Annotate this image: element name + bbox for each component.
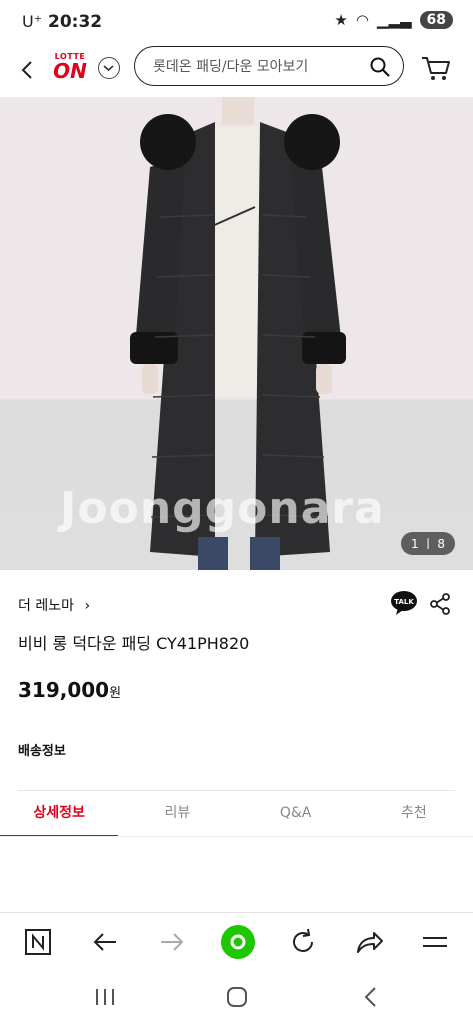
home-icon[interactable] bbox=[225, 985, 249, 1009]
search-bar[interactable] bbox=[134, 46, 404, 86]
talk-icon[interactable]: TALK bbox=[390, 590, 418, 616]
browser-back-icon[interactable] bbox=[90, 927, 120, 957]
lotte-on-logo[interactable]: LOTTE ON bbox=[50, 52, 90, 88]
search-icon[interactable] bbox=[369, 56, 391, 78]
green-dot-icon[interactable] bbox=[220, 924, 256, 960]
tab-details[interactable]: 상세정보 bbox=[0, 791, 119, 837]
naver-home-icon[interactable] bbox=[23, 927, 53, 957]
share-icon[interactable] bbox=[428, 592, 452, 616]
product-name: 비비 롱 덕다운 패딩 CY41PH820 bbox=[18, 634, 250, 653]
menu-icon[interactable] bbox=[420, 927, 450, 957]
tab-reviews[interactable]: 리뷰 bbox=[118, 791, 236, 837]
brand-name: 더 레노마 bbox=[18, 598, 74, 614]
search-input[interactable] bbox=[151, 55, 355, 79]
product-price: 319,000원 bbox=[18, 678, 121, 702]
signal-icon: ▁▂▃ bbox=[376, 11, 412, 29]
recent-apps-icon[interactable] bbox=[92, 986, 118, 1008]
system-nav-bar bbox=[0, 972, 473, 1024]
price-currency: 원 bbox=[109, 686, 122, 701]
shipping-info-label[interactable]: 배송정보 bbox=[18, 740, 66, 759]
product-image[interactable]: Joonggonara 1 ㅣ 8 bbox=[0, 97, 473, 570]
wifi-icon: ◠ bbox=[355, 11, 369, 29]
logo-bottom-text: ON bbox=[53, 59, 87, 83]
brand-link[interactable]: 더 레노마 › bbox=[18, 595, 90, 615]
detail-tabs: 상세정보 리뷰 Q&A 추천 bbox=[0, 791, 473, 837]
clock: 20:32 bbox=[48, 12, 103, 32]
chevron-right-icon: › bbox=[84, 598, 91, 614]
browser-forward-icon[interactable] bbox=[157, 927, 187, 957]
carrier: U⁺ bbox=[22, 12, 43, 31]
tab-qna[interactable]: Q&A bbox=[237, 791, 355, 837]
talk-label: TALK bbox=[394, 598, 414, 606]
tab-recommend[interactable]: 추천 bbox=[355, 791, 473, 837]
browser-toolbar bbox=[0, 912, 473, 971]
back-arrow-icon[interactable] bbox=[14, 56, 42, 84]
chevron-down-icon[interactable] bbox=[98, 57, 120, 79]
battery-indicator: 68 bbox=[419, 11, 453, 29]
system-back-icon[interactable] bbox=[360, 985, 382, 1009]
status-bar: U⁺ 20:32 ★ ◠ ▁▂▃ 68 bbox=[0, 0, 473, 44]
tab-divider bbox=[0, 836, 473, 837]
image-counter: 1 ㅣ 8 bbox=[401, 532, 455, 555]
share-forward-icon[interactable] bbox=[354, 927, 384, 957]
refresh-icon[interactable] bbox=[288, 927, 318, 957]
status-icons: ★ ◠ ▁▂▃ 68 bbox=[334, 11, 453, 29]
app-header: LOTTE ON bbox=[0, 44, 473, 96]
price-value: 319,000 bbox=[18, 678, 110, 702]
watermark-text: Joonggonara bbox=[60, 483, 385, 534]
cart-icon[interactable] bbox=[420, 53, 452, 83]
star-icon: ★ bbox=[334, 11, 348, 29]
